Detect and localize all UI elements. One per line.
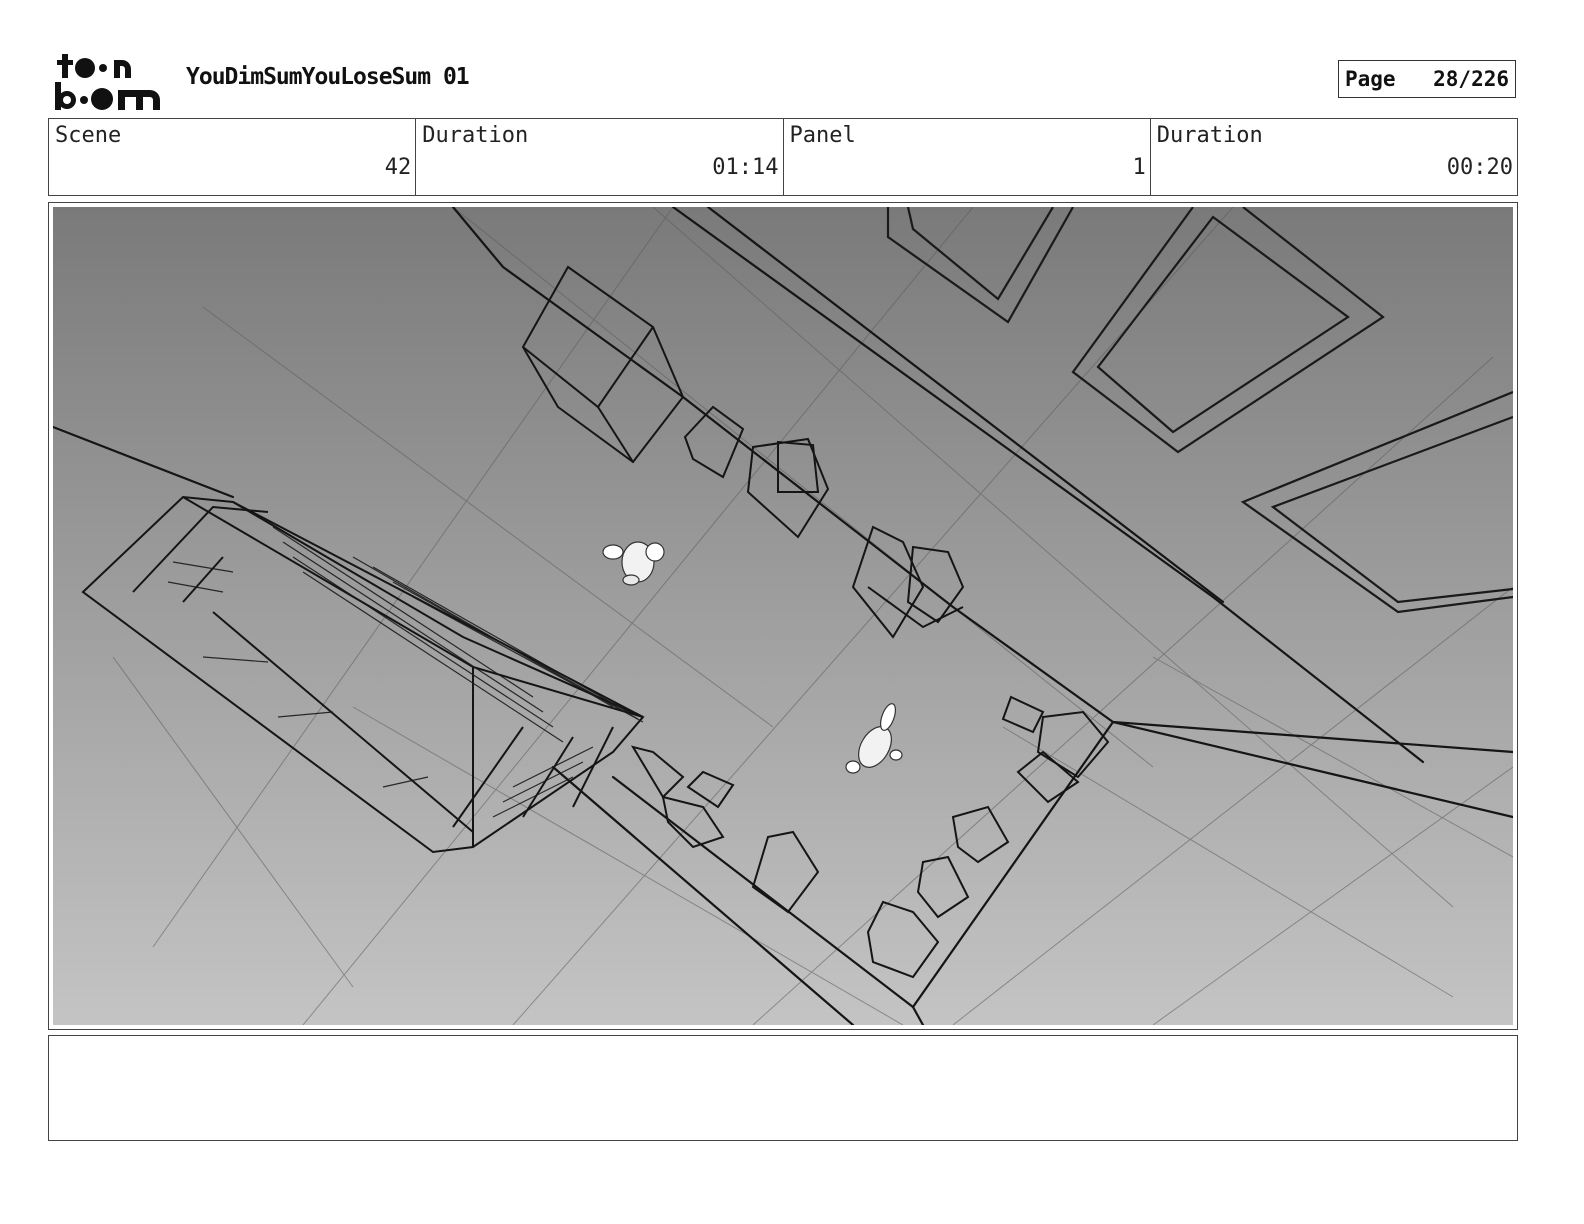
panel-value: 1	[1132, 155, 1146, 180]
scene-duration-cell: Duration 01:14	[416, 119, 784, 195]
page-label: Page	[1345, 67, 1396, 91]
page-number: 28/226	[1433, 67, 1509, 91]
panel-duration-cell: Duration 00:20	[1151, 119, 1517, 195]
panel-background	[53, 207, 1513, 1025]
scene-duration-value: 01:14	[712, 155, 779, 180]
scene-cell: Scene 42	[49, 119, 417, 195]
toon-boom-logo	[55, 54, 160, 110]
panel-notes	[48, 1035, 1518, 1141]
scene-label: Scene	[55, 123, 122, 148]
page-indicator: Page 28/226	[1338, 60, 1516, 98]
storyboard-panel	[48, 202, 1518, 1030]
panel-duration-value: 00:20	[1446, 155, 1513, 180]
panel-cell: Panel 1	[784, 119, 1151, 195]
panel-sketch	[53, 207, 1513, 1025]
scene-value: 42	[384, 155, 412, 180]
panel-info-row: Scene 42 Duration 01:14 Panel 1 Duration…	[48, 118, 1518, 196]
scene-duration-label: Duration	[422, 123, 529, 148]
panel-label: Panel	[789, 123, 856, 148]
document-title: YouDimSumYouLoseSum 01	[186, 64, 470, 90]
panel-duration-label: Duration	[1156, 123, 1263, 148]
